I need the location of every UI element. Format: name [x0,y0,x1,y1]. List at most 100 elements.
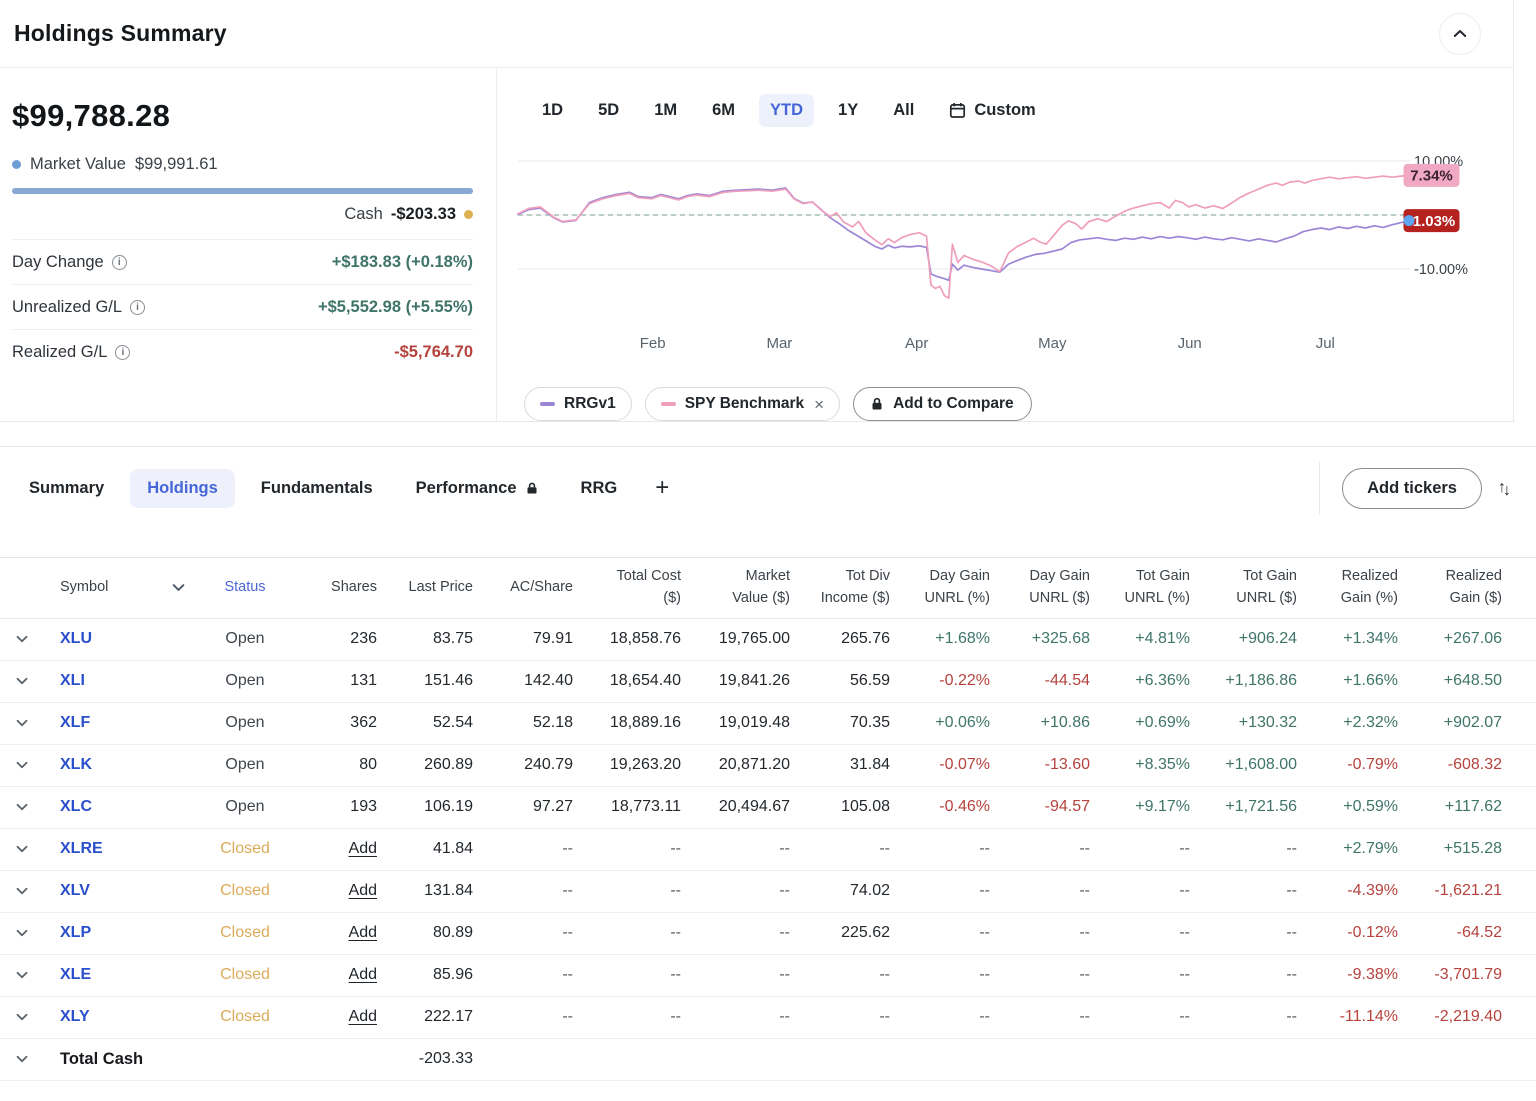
tab-fundamentals[interactable]: Fundamentals [244,469,390,508]
col-header-shares[interactable]: Shares [320,577,377,599]
col-header-market-value[interactable]: MarketValue ($) [681,566,790,610]
info-icon[interactable] [112,255,127,270]
series-line-rrgv1[interactable] [518,188,1410,280]
range-tab-all[interactable]: All [882,94,925,127]
range-tab-label: Custom [974,101,1035,120]
add-shares-link[interactable]: Add [349,840,377,857]
expander-cell [0,677,44,685]
col-header-text: Realized [1297,566,1398,588]
chevron-down-icon[interactable] [16,803,28,811]
chevron-down-icon[interactable] [16,887,28,895]
col-header-realized-gain[interactable]: RealizedGain ($) [1398,566,1536,610]
symbol-link[interactable]: XLK [44,756,170,774]
col-header-symbol[interactable]: Symbol [44,577,170,599]
holdings-table: SymbolStatusSharesLast PriceAC/ShareTota… [0,557,1536,1081]
toolbar-divider [1319,461,1320,515]
chevron-down-icon[interactable] [16,719,28,727]
status-cell: Closed [170,1008,320,1026]
table-row-xlu: XLUOpen23683.7579.9118,858.7619,765.0026… [0,619,1536,661]
table-cell: 105.08 [790,798,890,816]
col-header-status[interactable]: Status [170,577,320,599]
table-row-xlre: XLREClosedAdd41.84----------------+2.79%… [0,829,1536,871]
col-header-text: Realized [1398,566,1502,588]
chevron-down-icon[interactable] [16,971,28,979]
table-cell: -0.22% [890,672,990,690]
tab-rrg[interactable]: RRG [564,469,635,508]
range-tab-ytd[interactable]: YTD [759,94,814,127]
range-tab-5d[interactable]: 5D [587,94,630,127]
status-cell: Closed [170,924,320,942]
symbol-link[interactable]: XLP [44,924,170,942]
col-header-text: Tot Gain [1190,566,1297,588]
collapse-button[interactable] [1439,13,1481,55]
range-tab-1d[interactable]: 1D [531,94,574,127]
legend-label: SPY Benchmark [685,395,804,413]
symbol-link[interactable]: XLF [44,714,170,732]
chevron-down-icon[interactable] [16,677,28,685]
sort-icon[interactable]: ↑↓ [1498,479,1512,497]
table-cell: +906.24 [1190,630,1297,648]
performance-chart: 10.00%-10.00%FebMarAprMayJunJul7.34%-1.0… [497,141,1513,381]
total-cash-value: -203.33 [377,1050,473,1068]
tab-label: RRG [581,479,618,498]
info-icon[interactable] [115,345,130,360]
add-tickers-button[interactable]: Add tickers [1342,468,1482,509]
shares-cell: Add [320,840,377,858]
tab-summary[interactable]: Summary [12,469,121,508]
table-cell: -- [1190,924,1297,942]
chevron-down-icon[interactable] [16,761,28,769]
table-cell: 106.19 [377,798,473,816]
range-tab-label: 5D [598,101,619,120]
range-tab-1m[interactable]: 1M [643,94,688,127]
table-cell: 18,889.16 [573,714,681,732]
info-icon[interactable] [130,300,145,315]
legend-chip-rrgv1[interactable]: RRGv1 [524,387,632,421]
range-tab-6m[interactable]: 6M [701,94,746,127]
shares-cell: Add [320,966,377,984]
tab-holdings[interactable]: Holdings [130,469,235,508]
chevron-down-icon[interactable] [16,1013,28,1021]
symbol-link[interactable]: XLE [44,966,170,984]
col-header-ac-share[interactable]: AC/Share [473,577,573,599]
series-line-spy-benchmark[interactable] [518,175,1410,298]
col-header-tot-div-income[interactable]: Tot DivIncome ($) [790,566,890,610]
table-cell: -94.57 [990,798,1090,816]
symbol-link[interactable]: XLRE [44,840,170,858]
symbol-link[interactable]: XLU [44,630,170,648]
add-shares-link[interactable]: Add [349,1008,377,1025]
col-header-last-price[interactable]: Last Price [377,577,473,599]
add-tab-button[interactable]: + [643,474,681,502]
add-to-compare-button[interactable]: Add to Compare [853,387,1032,421]
symbol-link[interactable]: XLI [44,672,170,690]
tab-performance[interactable]: Performance [399,469,555,508]
chevron-down-icon[interactable] [16,1055,28,1063]
table-cell: 85.96 [377,966,473,984]
chevron-down-icon[interactable] [16,845,28,853]
add-shares-link[interactable]: Add [349,924,377,941]
table-cell: -0.12% [1297,924,1398,942]
range-tab-1y[interactable]: 1Y [827,94,869,127]
close-icon[interactable]: × [814,396,824,413]
add-shares-link[interactable]: Add [349,882,377,899]
symbol-link[interactable]: XLC [44,798,170,816]
status-cell: Open [170,630,320,648]
col-header-realized-gain[interactable]: RealizedGain (%) [1297,566,1398,610]
symbol-link[interactable]: XLY [44,1008,170,1026]
table-cell: -- [681,1008,790,1026]
chevron-down-icon[interactable] [16,635,28,643]
chevron-down-icon[interactable] [16,929,28,937]
table-cell: +1.68% [890,630,990,648]
col-header-day-gain-unrl[interactable]: Day GainUNRL ($) [990,566,1090,610]
expander-cell [0,929,44,937]
legend-chip-spy-benchmark[interactable]: SPY Benchmark × [645,387,840,421]
end-value-label: -1.03% [1408,213,1456,230]
add-shares-link[interactable]: Add [349,966,377,983]
col-header-day-gain-unrl[interactable]: Day GainUNRL (%) [890,566,990,610]
shares-cell: Add [320,882,377,900]
col-header-tot-gain-unrl[interactable]: Tot GainUNRL ($) [1190,566,1297,610]
y-axis-label: -10.00% [1414,262,1468,278]
col-header-tot-gain-unrl[interactable]: Tot GainUNRL (%) [1090,566,1190,610]
col-header-total-cost[interactable]: Total Cost($) [573,566,681,610]
range-tab-custom[interactable]: Custom [938,94,1046,127]
symbol-link[interactable]: XLV [44,882,170,900]
